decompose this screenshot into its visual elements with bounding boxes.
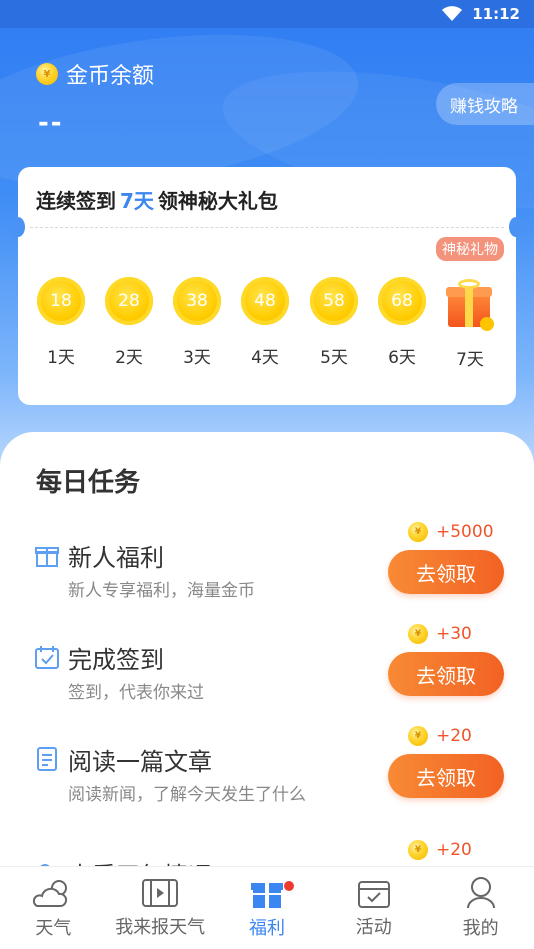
signin-title: 连续签到 7天 领神秘大礼包 (36, 189, 278, 213)
cloud-sun-icon (33, 880, 68, 907)
signin-day-3[interactable]: 38 3天 (172, 277, 222, 368)
tab-activity[interactable]: 活动 (320, 867, 427, 949)
signin-day-1[interactable]: 18 1天 (36, 277, 86, 368)
mystery-gift-tag: 神秘礼物 (436, 237, 504, 261)
task-reward: ¥ +20 (408, 726, 472, 746)
coin-icon: ¥ (36, 63, 58, 85)
earn-guide-button[interactable]: 赚钱攻略 (436, 83, 534, 125)
claim-button[interactable]: 去领取 (388, 754, 504, 798)
task-reward: ¥ +5000 (408, 522, 494, 542)
tab-welfare[interactable]: 福利 (214, 867, 321, 949)
signin-day-4[interactable]: 48 4天 (240, 277, 290, 368)
coin-icon: 48 (241, 277, 289, 325)
coin-icon: 68 (378, 277, 426, 325)
coin-icon: 28 (105, 277, 153, 325)
coin-icon: 18 (37, 277, 85, 325)
coin-icon: ¥ (408, 624, 428, 644)
task-name: 阅读一篇文章 (68, 748, 212, 776)
calendar-check-icon (35, 646, 59, 669)
tab-mine[interactable]: 我的 (427, 867, 534, 949)
wifi-icon (442, 6, 463, 21)
task-desc: 阅读新闻，了解今天发生了什么 (68, 785, 306, 805)
signin-day-7-label: 7天 (456, 350, 484, 370)
coin-icon: 38 (173, 277, 221, 325)
coin-icon: 58 (310, 277, 358, 325)
task-new-user: 新人福利 新人专享福利，海量金币 ¥ +5000 去领取 (0, 522, 534, 624)
task-name: 完成签到 (68, 646, 164, 674)
coin-icon: ¥ (408, 840, 428, 860)
gift-icon (250, 883, 283, 908)
task-desc: 签到，代表你来过 (68, 683, 204, 703)
task-name: 新人福利 (68, 544, 164, 572)
task-signin: 完成签到 签到，代表你来过 ¥ +30 去领取 (0, 624, 534, 726)
gift-icon (35, 547, 59, 567)
claim-button[interactable]: 去领取 (388, 652, 504, 696)
notification-dot (284, 881, 295, 891)
balance-label: 金币余额 (66, 64, 155, 89)
daily-tasks-panel: 每日任务 新人福利 新人专享福利，海量金币 ¥ +5000 去领取 完成签到 签到… (0, 432, 534, 890)
claim-button[interactable]: 去领取 (388, 550, 504, 594)
gift-box-icon[interactable] (446, 279, 494, 331)
signin-day-2[interactable]: 28 2天 (104, 277, 154, 368)
task-reward: ¥ +30 (408, 624, 472, 644)
tab-weather[interactable]: 天气 (0, 867, 107, 949)
document-icon (37, 747, 57, 771)
tab-report-weather[interactable]: 我来报天气 (107, 867, 214, 949)
task-read-article: 阅读一篇文章 阅读新闻，了解今天发生了什么 ¥ +20 去领取 (0, 726, 534, 828)
bottom-tab-bar: 天气 我来报天气 福利 活动 我的 (0, 866, 534, 949)
status-bar: 11:12 (0, 0, 534, 28)
calendar-icon (357, 881, 390, 908)
coin-icon: ¥ (408, 726, 428, 746)
task-reward: ¥ +20 (408, 840, 472, 860)
balance-title: ¥ 金币余额 (36, 58, 154, 90)
user-icon (466, 877, 495, 909)
signin-card: 连续签到 7天 领神秘大礼包 18 1天 28 2天 38 3天 48 4天 5… (11, 167, 523, 405)
task-desc: 新人专享福利，海量金币 (68, 581, 255, 601)
tasks-title: 每日任务 (36, 468, 141, 498)
signin-day-5[interactable]: 58 5天 (309, 277, 359, 368)
coin-icon: ¥ (408, 522, 428, 542)
signin-day-6[interactable]: 68 6天 (377, 277, 427, 368)
video-icon (142, 879, 179, 907)
status-time: 11:12 (472, 5, 520, 23)
balance-value: -- (38, 108, 64, 138)
